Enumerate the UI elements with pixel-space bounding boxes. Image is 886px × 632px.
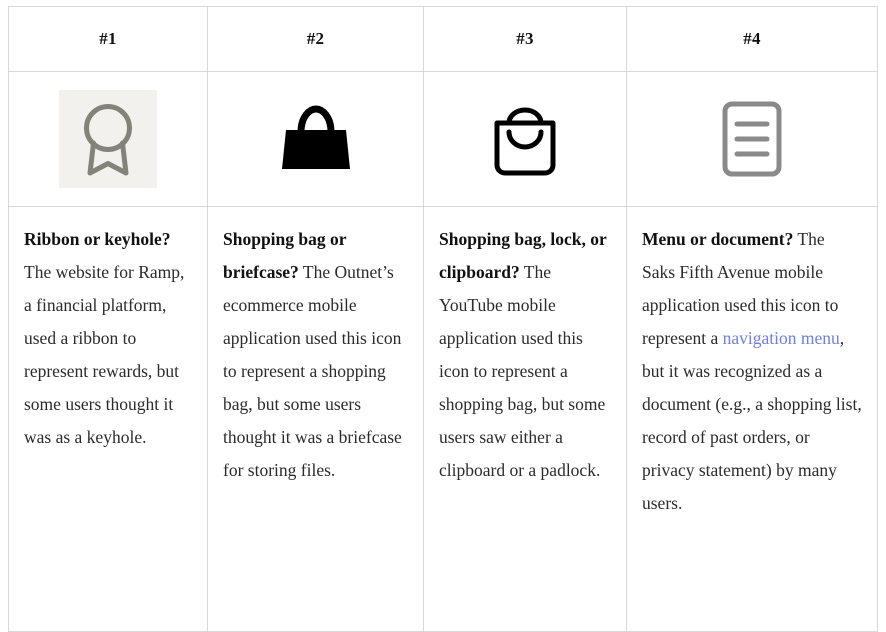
- copy-cell-3: Shopping bag, lock, or clipboard? The Yo…: [423, 206, 627, 632]
- cell-title-3: Shopping bag, lock, or clipboard?: [439, 229, 607, 282]
- ribbon-award-icon: [84, 104, 132, 176]
- column-header-3: #3: [423, 6, 627, 72]
- icon-cell-2: [207, 71, 424, 207]
- copy-cell-4: Menu or document? The Saks Fifth Avenue …: [626, 206, 878, 632]
- ribbon-icon-chip: [59, 90, 157, 188]
- document-lines-icon: [722, 101, 782, 177]
- icon-holder-3: [424, 72, 626, 206]
- navigation-menu-link[interactable]: navigation menu: [723, 328, 840, 348]
- icon-holder-2: [208, 72, 423, 206]
- cell-title-4: Menu or document?: [642, 229, 794, 249]
- column-header-2: #2: [207, 6, 424, 72]
- icon-cell-1: [8, 71, 208, 207]
- cell-body-text-2: The Outnet’s ecommerce mobile applicatio…: [223, 262, 402, 480]
- column-header-4: #4: [626, 6, 878, 72]
- icon-comparison-page: #1 #2 #3 #4 Ribbon or keyhole? The websi…: [0, 0, 886, 632]
- icon-cell-4: [626, 71, 878, 207]
- cell-title-1: Ribbon or keyhole?: [24, 229, 171, 249]
- copy-cell-2: Shopping bag or briefcase? The Outnet’s …: [207, 206, 424, 632]
- cell-body-text-4b: , but it was recognized as a document (e…: [642, 328, 862, 513]
- cell-body-text-1: The website for Ramp, a financial platfo…: [24, 262, 185, 447]
- table-copy-row: Ribbon or keyhole? The website for Ramp,…: [8, 206, 878, 632]
- cell-body-text-3: The YouTube mobile application used this…: [439, 262, 606, 480]
- table-header-row: #1 #2 #3 #4: [8, 6, 878, 72]
- table-icon-row: [8, 71, 878, 207]
- icon-cell-3: [423, 71, 627, 207]
- shopping-bag-filled-icon: [281, 105, 350, 169]
- cell-paragraph-3: Shopping bag, lock, or clipboard? The Yo…: [439, 223, 611, 487]
- column-header-1: #1: [8, 6, 208, 72]
- icon-holder-4: [627, 72, 877, 206]
- shopping-bag-outline-icon: [494, 107, 556, 176]
- cell-paragraph-2: Shopping bag or briefcase? The Outnet’s …: [223, 223, 408, 487]
- cell-paragraph-4: Menu or document? The Saks Fifth Avenue …: [642, 223, 862, 520]
- cell-paragraph-1: Ribbon or keyhole? The website for Ramp,…: [24, 223, 192, 454]
- icon-ambiguity-table: #1 #2 #3 #4 Ribbon or keyhole? The websi…: [8, 6, 878, 632]
- icon-holder-1: [9, 72, 207, 206]
- copy-cell-1: Ribbon or keyhole? The website for Ramp,…: [8, 206, 208, 632]
